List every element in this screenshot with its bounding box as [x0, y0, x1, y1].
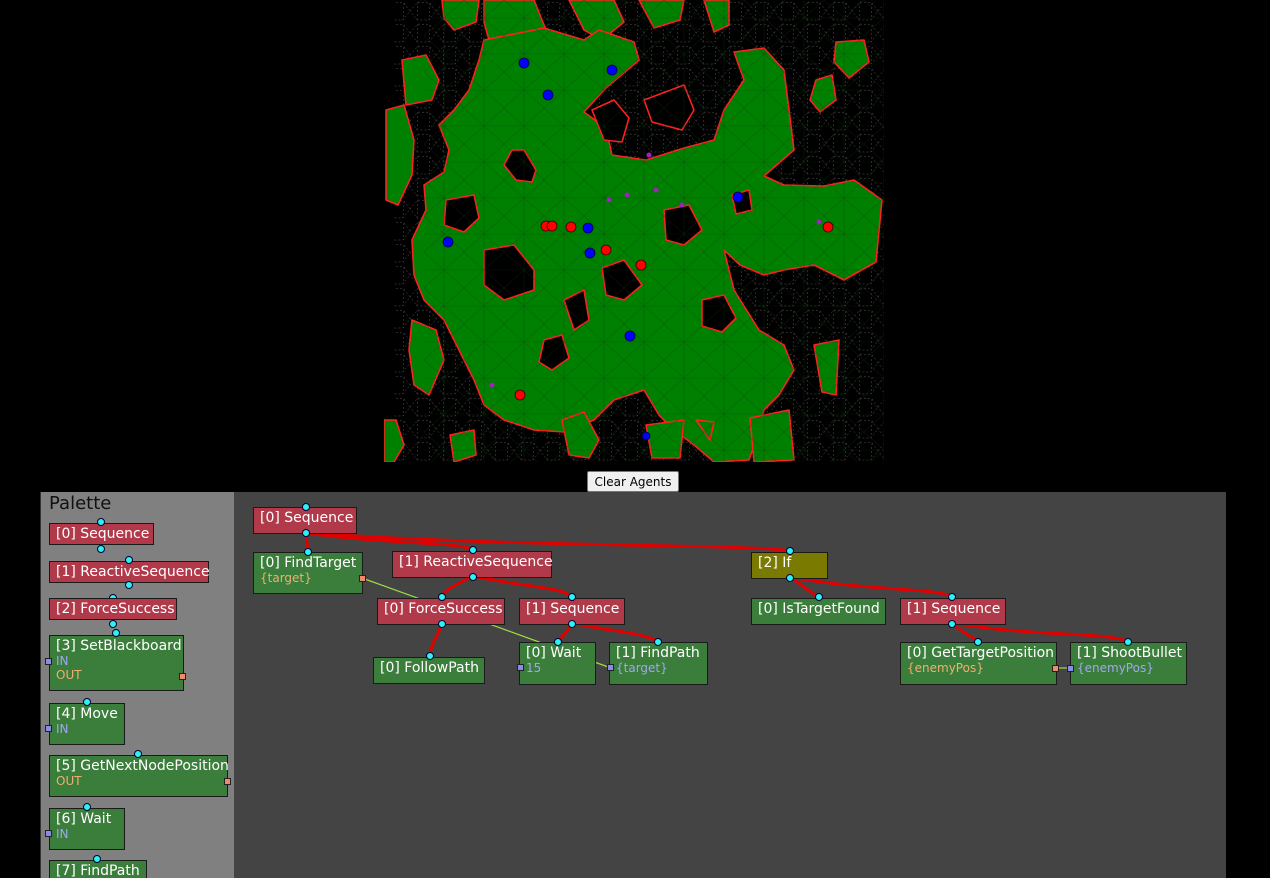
node-port-bottom[interactable] — [948, 620, 956, 628]
output-socket[interactable] — [1052, 665, 1059, 672]
node-param: {target} — [260, 571, 312, 585]
palette-item-label: [6] Wait — [56, 811, 112, 827]
palette-port-top[interactable] — [134, 750, 142, 758]
input-socket[interactable] — [45, 725, 52, 732]
palette-item-label: [4] Move — [56, 706, 118, 722]
palette-item-move[interactable]: [4] Move IN — [49, 703, 125, 745]
input-port-label: IN — [56, 654, 69, 668]
input-socket[interactable] — [45, 658, 52, 665]
link-reactive-seq — [471, 574, 574, 599]
node-port-top[interactable] — [974, 638, 982, 646]
node-port-top[interactable] — [654, 638, 662, 646]
output-port-label: OUT — [56, 774, 82, 788]
node-follow-path[interactable]: [0] FollowPath — [373, 657, 485, 684]
palette-item-label: [7] FindPath — [56, 863, 140, 878]
input-port-label: IN — [56, 722, 69, 736]
link-force-follow — [428, 621, 444, 658]
node-port-top[interactable] — [438, 593, 446, 601]
palette-item-sequence[interactable]: [0] Sequence — [49, 523, 154, 545]
input-port-label: IN — [56, 827, 69, 841]
node-param: {enemyPos} — [907, 661, 984, 675]
node-label: [1] Sequence — [526, 601, 620, 617]
palette-port-top[interactable] — [112, 629, 120, 637]
node-get-target-position[interactable]: [0] GetTargetPosition {enemyPos} — [900, 642, 1057, 685]
input-socket[interactable] — [517, 664, 524, 671]
palette-item-label: [5] GetNextNodePosition — [56, 758, 229, 774]
node-port-bottom[interactable] — [469, 573, 477, 581]
node-param: {target} — [616, 661, 668, 675]
node-label: [0] Wait — [526, 645, 582, 661]
behavior-tree-editor: Palette [0] Sequence [1] ReactiveSequenc… — [40, 492, 1226, 878]
node-label: [1] FindPath — [616, 645, 700, 661]
node-label: [0] ForceSuccess — [384, 601, 503, 617]
output-port-label: OUT — [56, 668, 82, 682]
node-port-top[interactable] — [1124, 638, 1132, 646]
link-seq-findpath — [570, 621, 660, 644]
input-socket[interactable] — [45, 830, 52, 837]
node-label: [0] IsTargetFound — [758, 601, 880, 617]
node-port-top[interactable] — [469, 546, 477, 554]
palette-port-top[interactable] — [97, 518, 105, 526]
palette-item-label: [3] SetBlackboard — [56, 638, 182, 654]
palette-port-top[interactable] — [93, 855, 101, 863]
palette-item-label: [2] ForceSuccess — [56, 601, 175, 617]
navmesh-map-canvas[interactable] — [384, 0, 884, 462]
node-port-top[interactable] — [554, 638, 562, 646]
node-label: [1] Sequence — [907, 601, 1001, 617]
node-find-target[interactable]: [0] FindTarget {target} — [253, 552, 363, 594]
palette-item-set-blackboard[interactable]: [3] SetBlackboard IN OUT — [49, 635, 184, 691]
palette-item-label: [1] ReactiveSequence — [56, 564, 210, 580]
node-label: [1] ReactiveSequence — [399, 554, 553, 570]
palette-item-get-next-node-position[interactable]: [5] GetNextNodePosition OUT — [49, 755, 229, 797]
palette-panel: Palette [0] Sequence [1] ReactiveSequenc… — [40, 492, 234, 878]
palette-port-bottom[interactable] — [97, 545, 105, 553]
palette-port-top[interactable] — [125, 581, 133, 589]
node-port-bottom[interactable] — [438, 620, 446, 628]
palette-port-top[interactable] — [125, 556, 133, 564]
input-socket[interactable] — [1067, 665, 1074, 672]
node-label: [0] FindTarget — [260, 555, 357, 571]
palette-item-force-success[interactable]: [2] ForceSuccess — [49, 598, 177, 620]
link-if-istarget — [788, 575, 820, 599]
node-label: [0] Sequence — [260, 510, 354, 526]
link-if-attack — [788, 575, 954, 599]
link-root-if — [304, 531, 792, 553]
link-reactive-force — [440, 574, 475, 599]
node-port-top[interactable] — [302, 503, 310, 511]
input-socket[interactable] — [607, 664, 614, 671]
node-port-bottom[interactable] — [786, 574, 794, 582]
node-label: [2] If — [758, 555, 792, 571]
node-port-bottom[interactable] — [302, 529, 310, 537]
node-is-target-found[interactable]: [0] IsTargetFound — [751, 598, 886, 625]
link-root-reactive — [304, 531, 475, 552]
palette-item-reactive-sequence[interactable]: [1] ReactiveSequence — [49, 561, 210, 583]
node-port-top[interactable] — [815, 593, 823, 601]
clear-agents-button[interactable]: Clear Agents — [587, 471, 679, 492]
node-find-path[interactable]: [1] FindPath {target} — [609, 642, 708, 685]
output-socket[interactable] — [359, 575, 366, 582]
node-port-top[interactable] — [568, 593, 576, 601]
node-shoot-bullet[interactable]: [1] ShootBullet {enemyPos} — [1070, 642, 1187, 685]
node-label: [1] ShootBullet — [1077, 645, 1183, 661]
palette-item-label: [0] Sequence — [56, 526, 150, 542]
node-port-top[interactable] — [948, 593, 956, 601]
node-param: {enemyPos} — [1077, 661, 1154, 675]
output-socket[interactable] — [224, 778, 231, 785]
node-port-top[interactable] — [304, 548, 312, 556]
node-label: [0] FollowPath — [380, 660, 479, 676]
node-label: [0] GetTargetPosition — [907, 645, 1055, 661]
palette-item-wait[interactable]: [6] Wait IN — [49, 808, 125, 850]
palette-title: Palette — [49, 493, 112, 514]
palette-port-top[interactable] — [83, 698, 91, 706]
node-param: 15 — [526, 661, 542, 675]
node-wait[interactable]: [0] Wait 15 — [519, 642, 596, 685]
tree-links — [304, 531, 1130, 669]
output-socket[interactable] — [179, 673, 186, 680]
node-port-top[interactable] — [426, 652, 434, 660]
node-port-top[interactable] — [786, 547, 794, 555]
palette-port-bottom[interactable] — [109, 620, 117, 628]
palette-port-top[interactable] — [83, 803, 91, 811]
tree-canvas[interactable]: [0] Sequence [0] FindTarget {target} [1]… — [233, 492, 1226, 878]
node-port-bottom[interactable] — [568, 620, 576, 628]
